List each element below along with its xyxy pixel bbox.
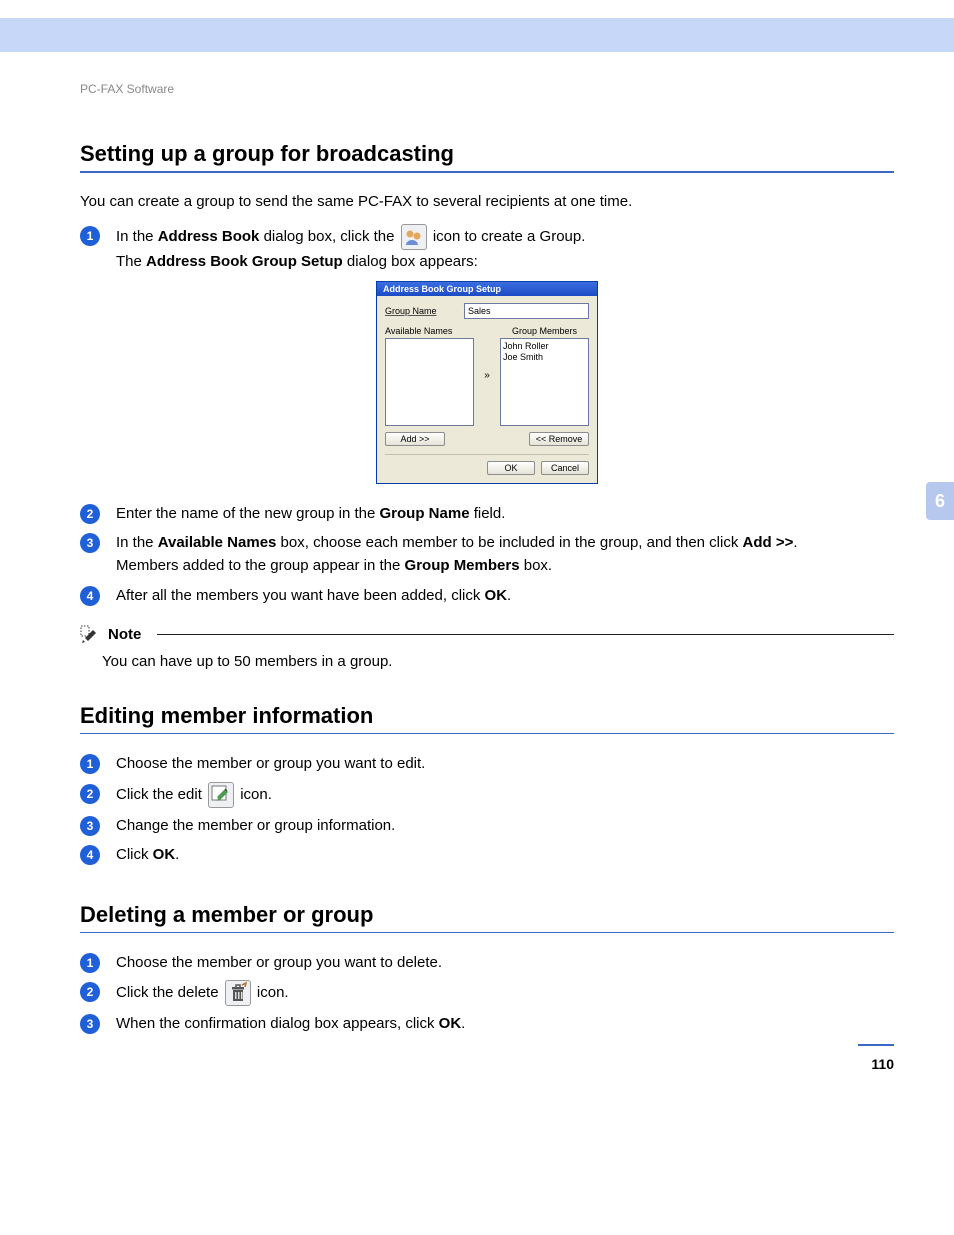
step-badge: 1 xyxy=(80,754,100,774)
section1-rule xyxy=(80,171,894,173)
bold-text: Add >> xyxy=(743,534,794,551)
note: Note You can have up to 50 members in a … xyxy=(80,625,894,674)
text: . xyxy=(175,846,179,863)
bold-text: Address Book xyxy=(158,227,260,244)
step-badge: 3 xyxy=(80,533,100,553)
section3-step2: 2 Click the delete icon. xyxy=(80,980,894,1006)
text: When the confirmation dialog box appears… xyxy=(116,1015,439,1032)
available-names-label: Available Names xyxy=(385,326,474,336)
group-toolbar-icon xyxy=(401,224,427,250)
step-badge: 3 xyxy=(80,816,100,836)
step-badge: 2 xyxy=(80,504,100,524)
section2-title: Editing member information xyxy=(80,703,894,729)
top-decorative-band xyxy=(0,0,954,52)
text: . xyxy=(461,1015,465,1032)
breadcrumb: PC-FAX Software xyxy=(80,82,894,96)
bold-text: Available Names xyxy=(158,534,277,551)
section1-step4: 4 After all the members you want have be… xyxy=(80,584,894,607)
text: dialog box, click the xyxy=(259,227,398,244)
text: In the xyxy=(116,534,158,551)
section1-intro: You can create a group to send the same … xyxy=(80,191,894,214)
text: Click the delete xyxy=(116,984,223,1001)
group-name-label: Group Name xyxy=(385,306,451,316)
bold-text: Group Members xyxy=(405,557,520,574)
note-title: Note xyxy=(108,626,141,643)
note-body: You can have up to 50 members in a group… xyxy=(102,651,894,674)
cancel-button[interactable]: Cancel xyxy=(541,461,589,475)
text: dialog box appears: xyxy=(343,253,478,270)
add-button[interactable]: Add >> xyxy=(385,432,445,446)
text: icon. xyxy=(236,785,272,802)
section3-title: Deleting a member or group xyxy=(80,902,894,928)
step-badge: 1 xyxy=(80,226,100,246)
text: In the xyxy=(116,227,158,244)
section1-step3: 3 In the Available Names box, choose eac… xyxy=(80,531,894,578)
group-members-label: Group Members xyxy=(500,326,589,336)
text: icon to create a Group. xyxy=(429,227,586,244)
step-badge: 1 xyxy=(80,953,100,973)
move-right-button[interactable]: » xyxy=(480,369,494,383)
text: Click xyxy=(116,846,153,863)
section2-step4: 4 Click OK. xyxy=(80,843,894,866)
bold-text: OK xyxy=(485,587,508,604)
text: Click the edit xyxy=(116,785,206,802)
bold-text: OK xyxy=(153,846,176,863)
note-rule xyxy=(157,634,894,635)
bold-text: Group Name xyxy=(380,505,470,522)
section2-step3: 3 Change the member or group information… xyxy=(80,814,894,837)
bold-text: OK xyxy=(439,1015,462,1032)
text: . xyxy=(507,587,511,604)
text: Change the member or group information. xyxy=(116,814,894,837)
delete-icon xyxy=(225,980,251,1006)
text: box. xyxy=(520,557,553,574)
step-badge: 4 xyxy=(80,586,100,606)
section3-step3: 3 When the confirmation dialog box appea… xyxy=(80,1012,894,1035)
note-pencil-icon xyxy=(80,625,100,645)
text: Choose the member or group you want to d… xyxy=(116,951,894,974)
remove-button[interactable]: << Remove xyxy=(529,432,589,446)
group-icon xyxy=(457,302,458,320)
step-badge: 4 xyxy=(80,845,100,865)
step-badge: 2 xyxy=(80,784,100,804)
text: icon. xyxy=(253,984,289,1001)
text: After all the members you want have been… xyxy=(116,587,485,604)
text: box, choose each member to be included i… xyxy=(276,534,742,551)
text: . xyxy=(793,534,797,551)
section1-title: Setting up a group for broadcasting xyxy=(80,141,894,167)
section3-step1: 1 Choose the member or group you want to… xyxy=(80,951,894,974)
dialog-titlebar: Address Book Group Setup xyxy=(377,282,597,296)
group-members-listbox[interactable]: John Roller Joe Smith xyxy=(500,338,589,426)
text: Enter the name of the new group in the xyxy=(116,505,380,522)
ok-button[interactable]: OK xyxy=(487,461,535,475)
available-names-listbox[interactable] xyxy=(385,338,474,426)
chapter-tab: 6 xyxy=(926,482,954,520)
group-setup-dialog: Address Book Group Setup Group Name Avai… xyxy=(376,281,598,484)
step-badge: 2 xyxy=(80,982,100,1002)
section2-step1: 1 Choose the member or group you want to… xyxy=(80,752,894,775)
bold-text: Address Book Group Setup xyxy=(146,253,343,270)
section1-step1: 1 In the Address Book dialog box, click … xyxy=(80,224,894,273)
text: Choose the member or group you want to e… xyxy=(116,752,894,775)
step-badge: 3 xyxy=(80,1014,100,1034)
text: field. xyxy=(470,505,506,522)
section3-rule xyxy=(80,932,894,933)
page-number-rule xyxy=(858,1044,894,1046)
text: The xyxy=(116,253,146,270)
text: Members added to the group appear in the xyxy=(116,557,405,574)
section1-step2: 2 Enter the name of the new group in the… xyxy=(80,502,894,525)
edit-icon xyxy=(208,782,234,808)
group-name-input[interactable] xyxy=(464,303,589,319)
section2-step2: 2 Click the edit icon. xyxy=(80,782,894,808)
section2-rule xyxy=(80,733,894,734)
page-number: 110 xyxy=(871,1056,894,1072)
